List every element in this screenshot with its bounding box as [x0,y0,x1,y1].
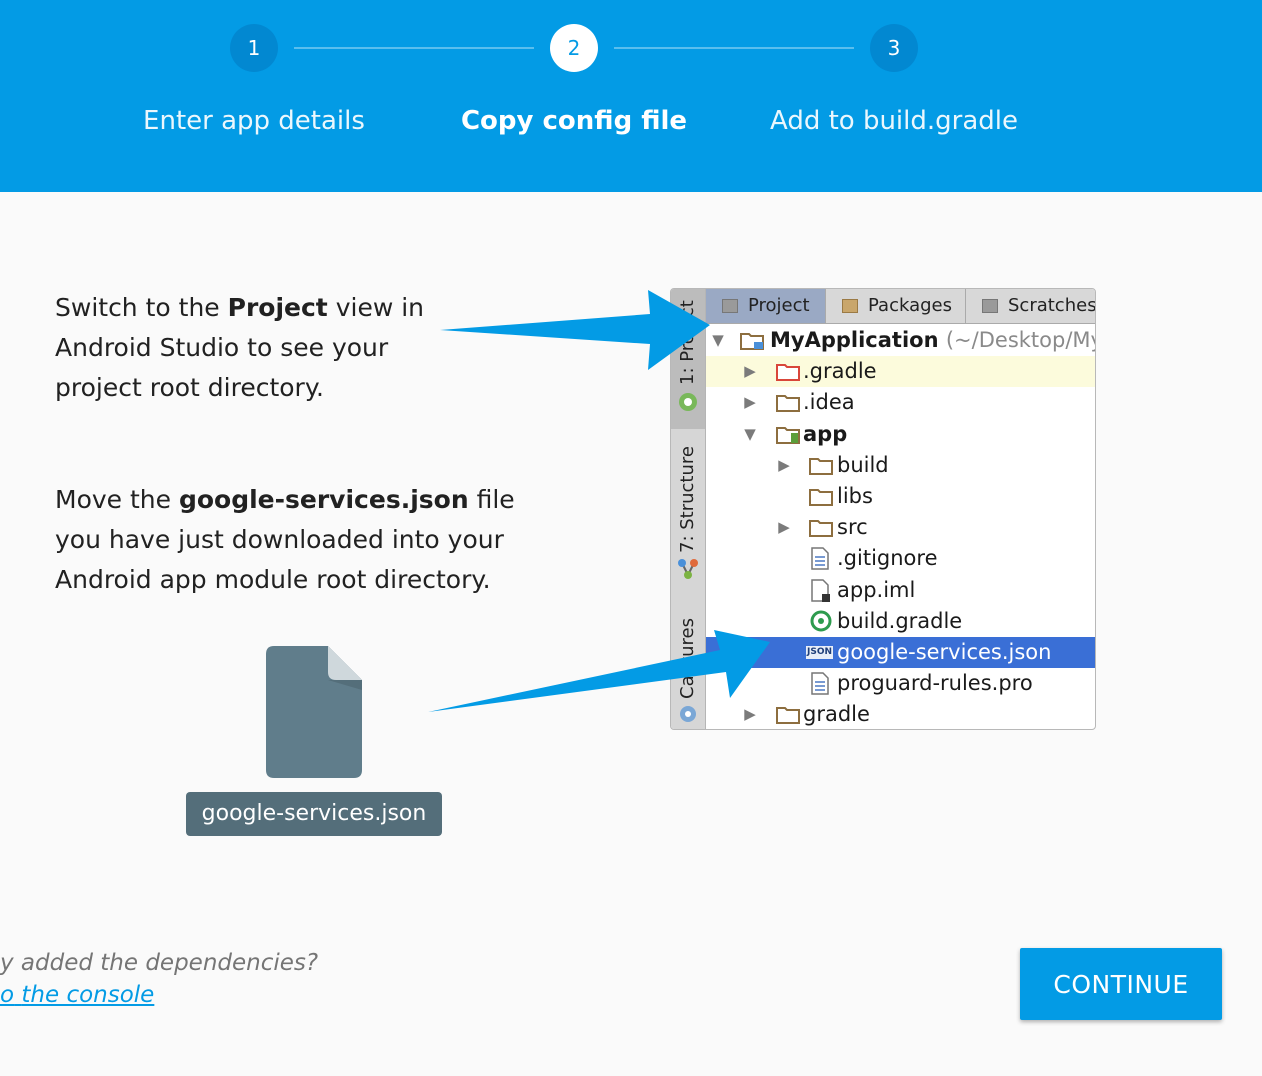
tree-item-build-gradle[interactable]: build.gradle [706,606,1095,637]
side-tab-label[interactable]: 7: Structure [677,446,698,553]
tab-label: Packages [868,295,952,316]
tree-item-gitignore[interactable]: .gitignore [706,543,1095,574]
tab-packages[interactable]: Packages [826,289,966,323]
tab-project[interactable]: Project [706,289,826,323]
tree-item-name: MyApplication [770,328,939,352]
folder-icon [809,489,833,506]
folder-icon [776,395,800,412]
chevron-right-icon[interactable]: ▶ [774,512,794,543]
instruction-text: Switch to the [55,293,228,322]
android-icon [679,393,697,411]
tab-scratches[interactable]: Scratches [966,289,1096,323]
tree-item-label: MyApplication (~/Desktop/My [770,325,1096,356]
folder-icon [776,707,800,724]
chevron-down-icon[interactable]: ▼ [740,419,760,450]
tab-label: Scratches [1008,295,1096,316]
tree-item-build[interactable]: ▶ build [706,450,1095,481]
tree-item-gradle-hidden[interactable]: ▶ .gradle [706,356,1095,387]
tree-item-idea[interactable]: ▶ .idea [706,387,1095,418]
tree-item-path: (~/Desktop/My [945,328,1096,352]
scratches-view-icon [982,299,998,313]
file-icon[interactable] [266,646,362,778]
tree-item-label: .gradle [803,359,877,383]
tree-item-label: libs [837,484,873,508]
step-3-label[interactable]: Add to build.gradle [734,106,1054,136]
step-1-label[interactable]: Enter app details [94,106,414,136]
tree-item-google-services-json[interactable]: JSON google-services.json [706,637,1095,668]
instruction-emphasis: Project [227,293,328,322]
folder-icon [809,458,833,475]
tree-item-label: .gitignore [837,546,938,570]
chevron-right-icon[interactable]: ▶ [740,356,760,387]
iml-file-icon [811,579,830,602]
step-3-number[interactable]: 3 [870,24,918,72]
packages-view-icon [842,299,858,313]
step-2-label[interactable]: Copy config file [414,106,734,136]
text-file-icon [811,547,829,570]
tree-item-libs[interactable]: libs [706,481,1095,512]
project-view-icon [722,299,738,313]
console-link[interactable]: o the console [0,982,154,1008]
tree-item-label: gradle [803,702,870,726]
instruction-switch-view: Switch to the Project view in Android St… [55,288,435,408]
tree-item-myapplication[interactable]: ▼ MyApplication (~/Desktop/My [706,325,1096,356]
tree-item-gradle[interactable]: ▶ gradle [706,699,1095,729]
android-studio-project-panel: 1: Project 7: Structure Captures Project… [670,288,1096,730]
side-tab-label[interactable]: Captures [677,618,698,699]
tab-label: Project [748,295,810,316]
tree-item-label: proguard-rules.pro [837,671,1033,695]
stepper-header: 1 2 3 Enter app details Copy config file… [0,0,1262,192]
module-folder-icon [740,333,764,350]
step-connector [614,47,854,49]
folder-icon [809,520,833,537]
tree-item-label: app [803,422,848,446]
continue-button[interactable]: CONTINUE [1020,948,1222,1020]
chevron-right-icon[interactable]: ▶ [740,387,760,418]
tree-item-label: google-services.json [837,640,1052,664]
chevron-right-icon[interactable]: ▶ [740,699,760,729]
captures-icon [680,706,696,722]
console-link-text[interactable]: the console [21,982,154,1008]
step-1-number[interactable]: 1 [230,24,278,72]
step-connector [294,47,534,49]
console-link-prefix[interactable]: o [0,982,14,1008]
text-file-icon [811,672,829,695]
tree-item-proguard[interactable]: proguard-rules.pro [706,668,1095,699]
file-name-chip[interactable]: google-services.json [186,792,442,836]
tree-item-src[interactable]: ▶ src [706,512,1095,543]
tool-window-tabs: Project Packages Scratches [706,289,1096,324]
step-2-number[interactable]: 2 [550,24,598,72]
dependencies-question: y added the dependencies? [0,950,319,976]
tree-item-label: .idea [803,390,855,414]
tree-item-app-iml[interactable]: app.iml [706,575,1095,606]
chevron-down-icon[interactable]: ▼ [708,325,728,356]
json-file-icon: JSON [806,646,834,659]
instruction-emphasis: google-services.json [178,485,469,514]
tree-item-label: build.gradle [837,609,963,633]
side-tab-label[interactable]: 1: Project [677,300,698,385]
structure-icon [678,559,698,579]
tree-item-app[interactable]: ▼ app [706,419,1095,450]
gradle-file-icon [810,610,832,632]
android-module-icon [776,427,800,444]
tree-item-label: src [837,515,868,539]
tool-window-sidebar: 1: Project 7: Structure Captures [671,289,706,729]
instruction-move-file: Move the google-services.json file you h… [55,480,555,600]
tree-item-label: app.iml [837,578,916,602]
chevron-right-icon[interactable]: ▶ [774,450,794,481]
tree-item-label: build [837,453,889,477]
instruction-text: Move the [55,485,179,514]
folder-red-icon [776,364,800,381]
